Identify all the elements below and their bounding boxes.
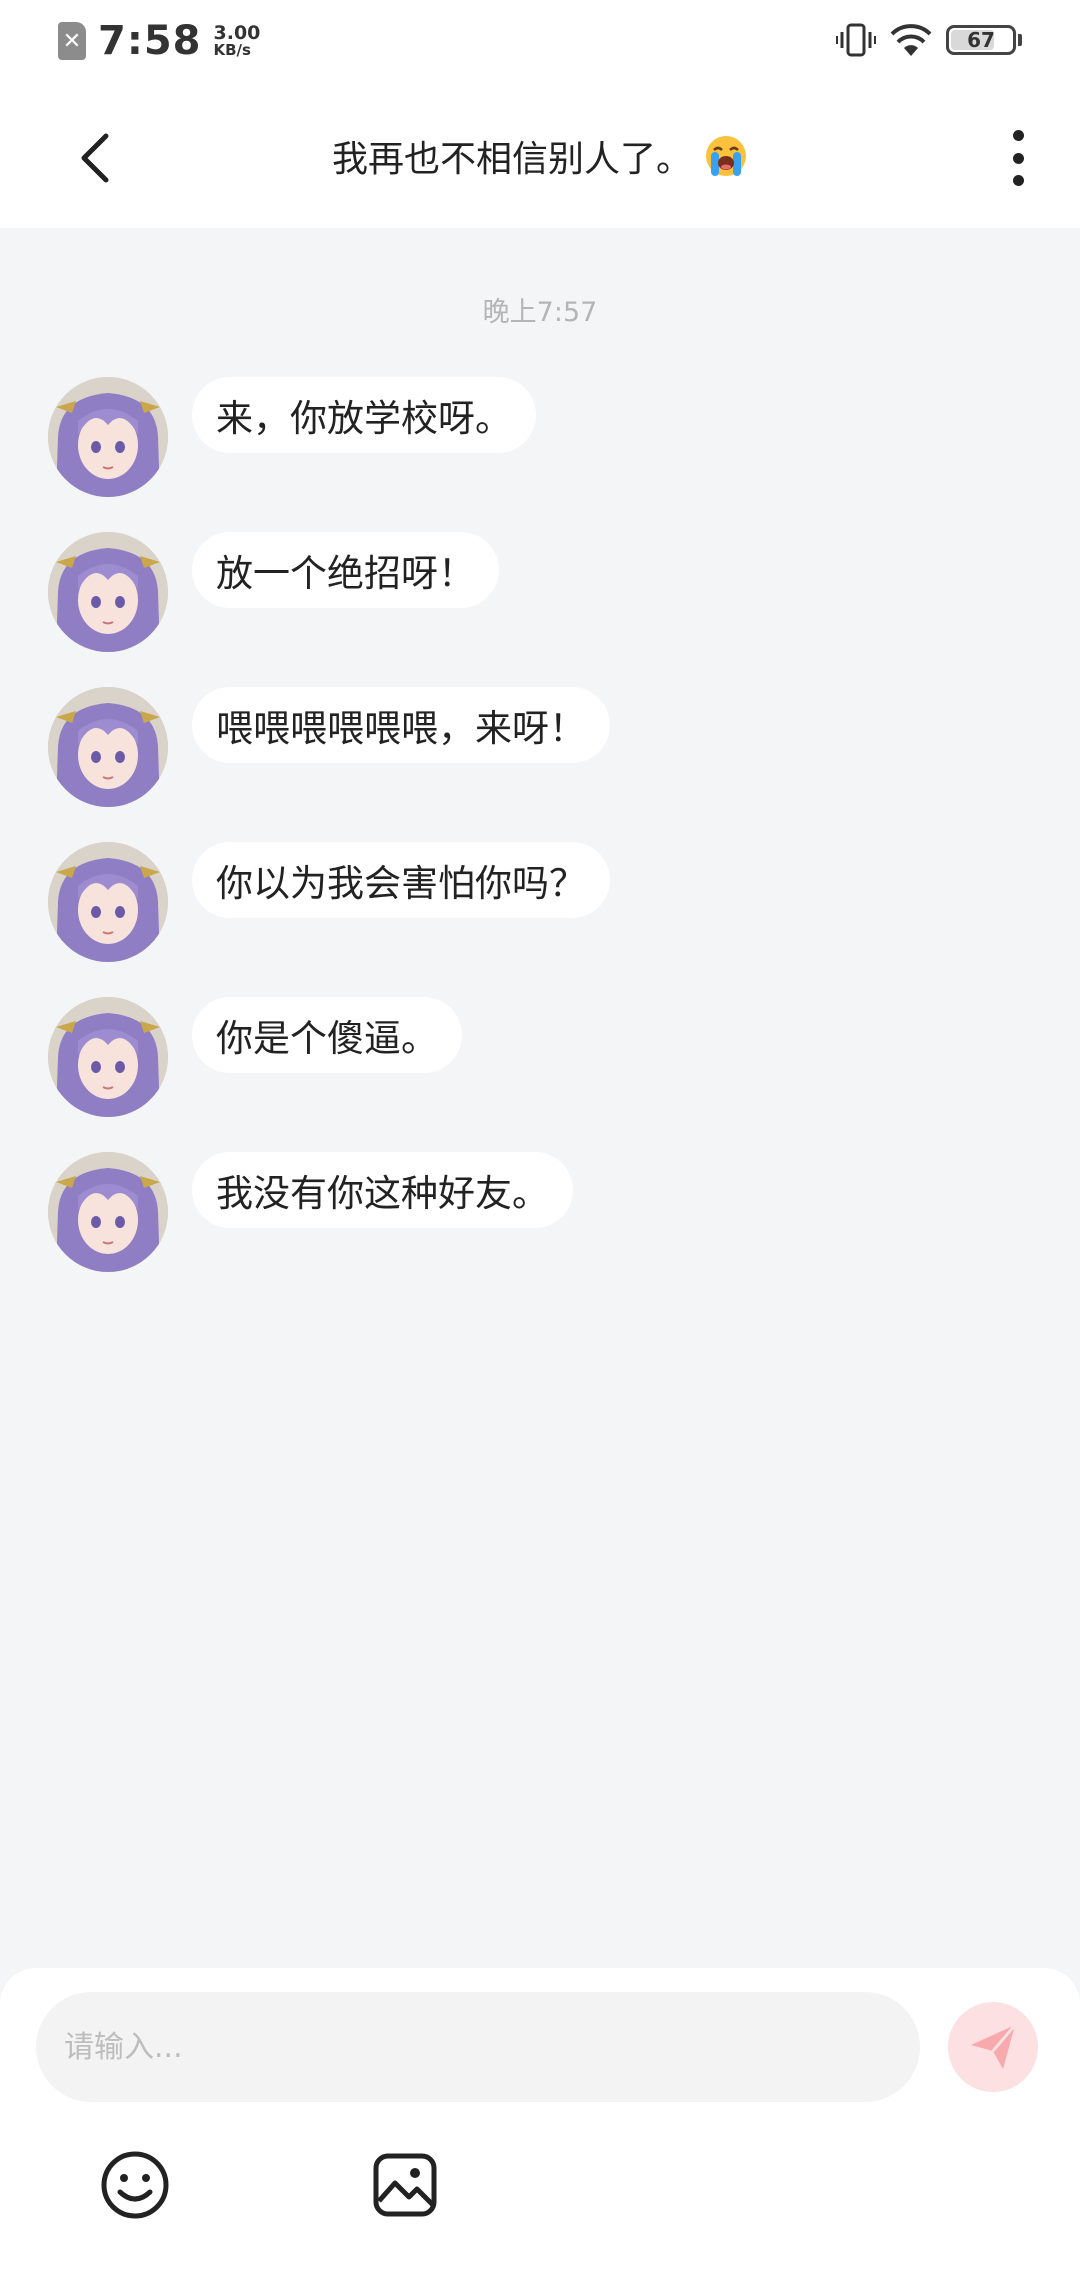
page-title: 我再也不相信别人了。 [331, 139, 692, 180]
status-time: 7:58 [98, 18, 202, 64]
message-bubble[interactable]: 你是个傻逼。 [192, 997, 462, 1073]
image-button[interactable] [368, 2148, 442, 2222]
message-row: 你是个傻逼。 [48, 997, 462, 1117]
message-bubble[interactable]: 你以为我会害怕你吗？ [192, 842, 610, 918]
avatar[interactable] [48, 1152, 168, 1272]
message-bubble[interactable]: 放一个绝招呀！ [192, 532, 499, 608]
message-row: 你以为我会害怕你吗？ [48, 842, 610, 962]
message-row: 来，你放学校呀。 [48, 377, 536, 497]
message-row: 我没有你这种好友。 [48, 1152, 573, 1272]
avatar[interactable] [48, 377, 168, 497]
message-bubble[interactable]: 喂喂喂喂喂喂，来呀！ [192, 687, 610, 763]
message-input[interactable] [36, 1992, 920, 2102]
wifi-icon [890, 24, 932, 56]
more-dot [1012, 130, 1024, 141]
avatar-image [48, 997, 168, 1117]
header-title-wrap: 我再也不相信别人了。 [0, 130, 1080, 182]
message-timestamp: 晚上7:57 [482, 297, 598, 328]
message-row: 喂喂喂喂喂喂，来呀！ [48, 687, 610, 807]
more-options-button[interactable] [998, 124, 1038, 192]
send-icon [971, 2024, 1017, 2069]
battery-tip [1018, 34, 1022, 46]
avatar-image [48, 842, 168, 962]
status-right: 67 [836, 20, 1022, 60]
no-sim-icon: ✕ [58, 22, 86, 60]
message-bubble[interactable]: 来，你放学校呀。 [192, 377, 536, 453]
more-dot [1012, 152, 1024, 164]
status-left: ✕ 7:58 3.00 KB/s [58, 18, 260, 64]
emoji-button[interactable] [98, 2148, 172, 2222]
message-bubble[interactable]: 我没有你这种好友。 [192, 1152, 573, 1228]
avatar-image [48, 377, 168, 497]
avatar[interactable] [48, 842, 168, 962]
composer [0, 1968, 1080, 2280]
more-dot [1012, 175, 1024, 186]
battery-icon: 67 [946, 25, 1016, 55]
avatar[interactable] [48, 532, 168, 652]
avatar-image [48, 687, 168, 807]
network-speed: 3.00 KB/s [214, 24, 261, 58]
avatar-image [48, 532, 168, 652]
emoji-icon [101, 2151, 169, 2219]
send-button[interactable] [948, 2002, 1038, 2092]
status-bar: ✕ 7:58 3.00 KB/s 67 [0, 0, 1080, 84]
message-row: 放一个绝招呀！ [48, 532, 499, 652]
vibrate-icon [836, 23, 876, 57]
avatar-image [48, 1152, 168, 1272]
image-icon [373, 2153, 437, 2217]
chat-area[interactable]: 晚上7:57 来，你放学校呀。 放一个绝招呀！ 喂喂喂喂喂喂，来呀！ 你以为我会… [0, 228, 1080, 1968]
battery-level: 67 [967, 28, 995, 52]
chat-header: 我再也不相信别人了。 [0, 84, 1080, 228]
loudly-crying-face-icon [706, 136, 746, 176]
avatar[interactable] [48, 687, 168, 807]
avatar[interactable] [48, 997, 168, 1117]
network-speed-unit: KB/s [213, 41, 251, 59]
